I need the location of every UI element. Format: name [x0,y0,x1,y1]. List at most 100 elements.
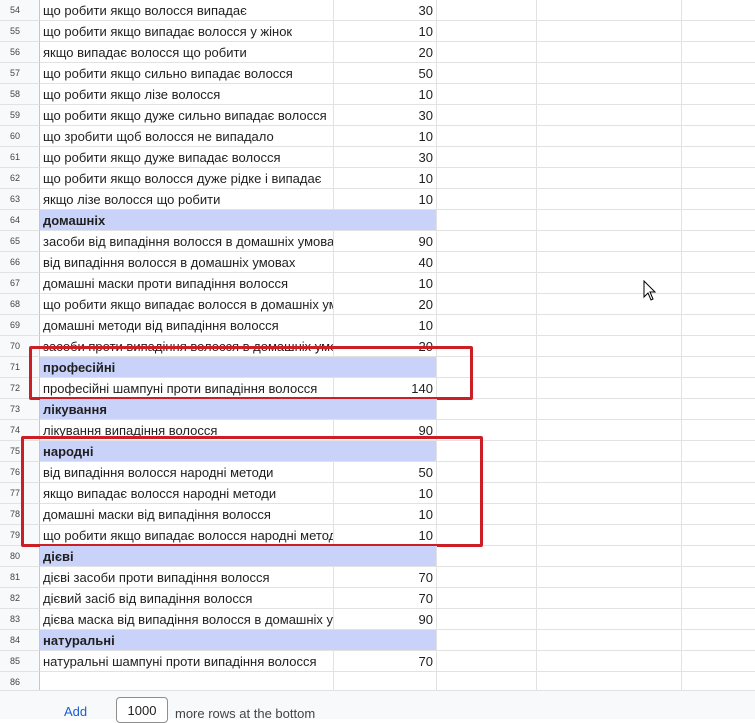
keyword-cell[interactable]: що робити якщо сильно випадає волосся [40,63,334,84]
volume-cell[interactable]: 10 [334,84,437,105]
empty-cell[interactable] [682,483,755,504]
empty-cell[interactable] [682,168,755,189]
volume-cell[interactable]: 10 [334,189,437,210]
row-number[interactable]: 65 [0,231,40,252]
row-number[interactable]: 58 [0,84,40,105]
add-rows-button[interactable]: Add [64,704,87,719]
volume-cell[interactable]: 20 [334,42,437,63]
empty-cell[interactable] [437,147,537,168]
empty-cell[interactable] [437,441,537,462]
empty-cell[interactable] [682,294,755,315]
empty-cell[interactable] [537,252,682,273]
row-number[interactable]: 82 [0,588,40,609]
empty-cell[interactable] [437,483,537,504]
empty-cell[interactable] [537,336,682,357]
row-number[interactable]: 61 [0,147,40,168]
row-number[interactable]: 84 [0,630,40,651]
empty-cell[interactable] [437,231,537,252]
empty-cell[interactable] [537,651,682,672]
empty-cell[interactable] [437,21,537,42]
volume-cell[interactable]: 10 [334,504,437,525]
volume-cell[interactable]: 90 [334,609,437,630]
row-number[interactable]: 76 [0,462,40,483]
empty-cell[interactable] [537,462,682,483]
empty-cell[interactable] [537,210,682,231]
empty-cell[interactable] [437,399,537,420]
empty-cell[interactable] [437,567,537,588]
keyword-cell[interactable]: якщо лізе волосся що робити [40,189,334,210]
empty-cell[interactable] [537,126,682,147]
category-label-cell[interactable]: домашніх [40,210,437,231]
category-label-cell[interactable]: лікування [40,399,437,420]
empty-cell[interactable] [537,588,682,609]
empty-cell[interactable] [537,273,682,294]
row-number[interactable]: 74 [0,420,40,441]
rows-count-input[interactable] [116,697,168,723]
volume-cell[interactable]: 140 [334,378,437,399]
empty-cell[interactable] [682,231,755,252]
volume-cell[interactable]: 10 [334,483,437,504]
volume-cell[interactable]: 90 [334,231,437,252]
empty-cell[interactable] [537,84,682,105]
row-number[interactable]: 54 [0,0,40,21]
row-number[interactable]: 73 [0,399,40,420]
empty-cell[interactable] [437,630,537,651]
row-number[interactable]: 63 [0,189,40,210]
keyword-cell[interactable]: якщо випадає волосся що робити [40,42,334,63]
empty-cell[interactable] [437,357,537,378]
volume-cell[interactable]: 70 [334,588,437,609]
empty-cell[interactable] [537,168,682,189]
empty-cell[interactable] [682,0,755,21]
empty-cell[interactable] [437,273,537,294]
empty-cell[interactable] [537,546,682,567]
empty-cell[interactable] [682,609,755,630]
empty-cell[interactable] [437,84,537,105]
empty-cell[interactable] [537,630,682,651]
empty-cell[interactable] [537,378,682,399]
empty-cell[interactable] [682,504,755,525]
empty-cell[interactable] [537,357,682,378]
empty-cell[interactable] [437,525,537,546]
empty-cell[interactable] [682,567,755,588]
empty-cell[interactable] [682,462,755,483]
row-number[interactable]: 71 [0,357,40,378]
empty-cell[interactable] [537,105,682,126]
volume-cell[interactable]: 10 [334,126,437,147]
keyword-cell[interactable]: що робити якщо випадає волосся народні м… [40,525,334,546]
empty-cell[interactable] [437,504,537,525]
empty-cell[interactable] [682,525,755,546]
row-number[interactable]: 77 [0,483,40,504]
row-number[interactable]: 78 [0,504,40,525]
row-number[interactable]: 70 [0,336,40,357]
empty-cell[interactable] [437,105,537,126]
empty-cell[interactable] [682,210,755,231]
row-number[interactable]: 79 [0,525,40,546]
keyword-cell[interactable]: що робити якщо випадає волосся в домашні… [40,294,334,315]
row-number[interactable]: 81 [0,567,40,588]
row-number[interactable]: 72 [0,378,40,399]
empty-cell[interactable] [537,294,682,315]
empty-cell[interactable] [682,84,755,105]
keyword-cell[interactable]: засоби від випадіння волосся в домашніх … [40,231,334,252]
row-number[interactable]: 66 [0,252,40,273]
empty-cell[interactable] [537,21,682,42]
keyword-cell[interactable]: дієвий засіб від випадіння волосся [40,588,334,609]
empty-cell[interactable] [682,399,755,420]
empty-cell[interactable] [437,189,537,210]
empty-cell[interactable] [437,210,537,231]
empty-cell[interactable] [437,315,537,336]
keyword-cell[interactable]: домашні маски від випадіння волосся [40,504,334,525]
empty-cell[interactable] [682,21,755,42]
empty-cell[interactable] [537,147,682,168]
volume-cell[interactable]: 30 [334,147,437,168]
volume-cell[interactable]: 70 [334,567,437,588]
row-number[interactable]: 56 [0,42,40,63]
volume-cell[interactable]: 40 [334,252,437,273]
category-label-cell[interactable]: натуральні [40,630,437,651]
empty-cell[interactable] [437,168,537,189]
empty-cell[interactable] [437,126,537,147]
row-number[interactable]: 75 [0,441,40,462]
empty-cell[interactable] [682,357,755,378]
volume-cell[interactable]: 10 [334,273,437,294]
empty-cell[interactable] [682,588,755,609]
